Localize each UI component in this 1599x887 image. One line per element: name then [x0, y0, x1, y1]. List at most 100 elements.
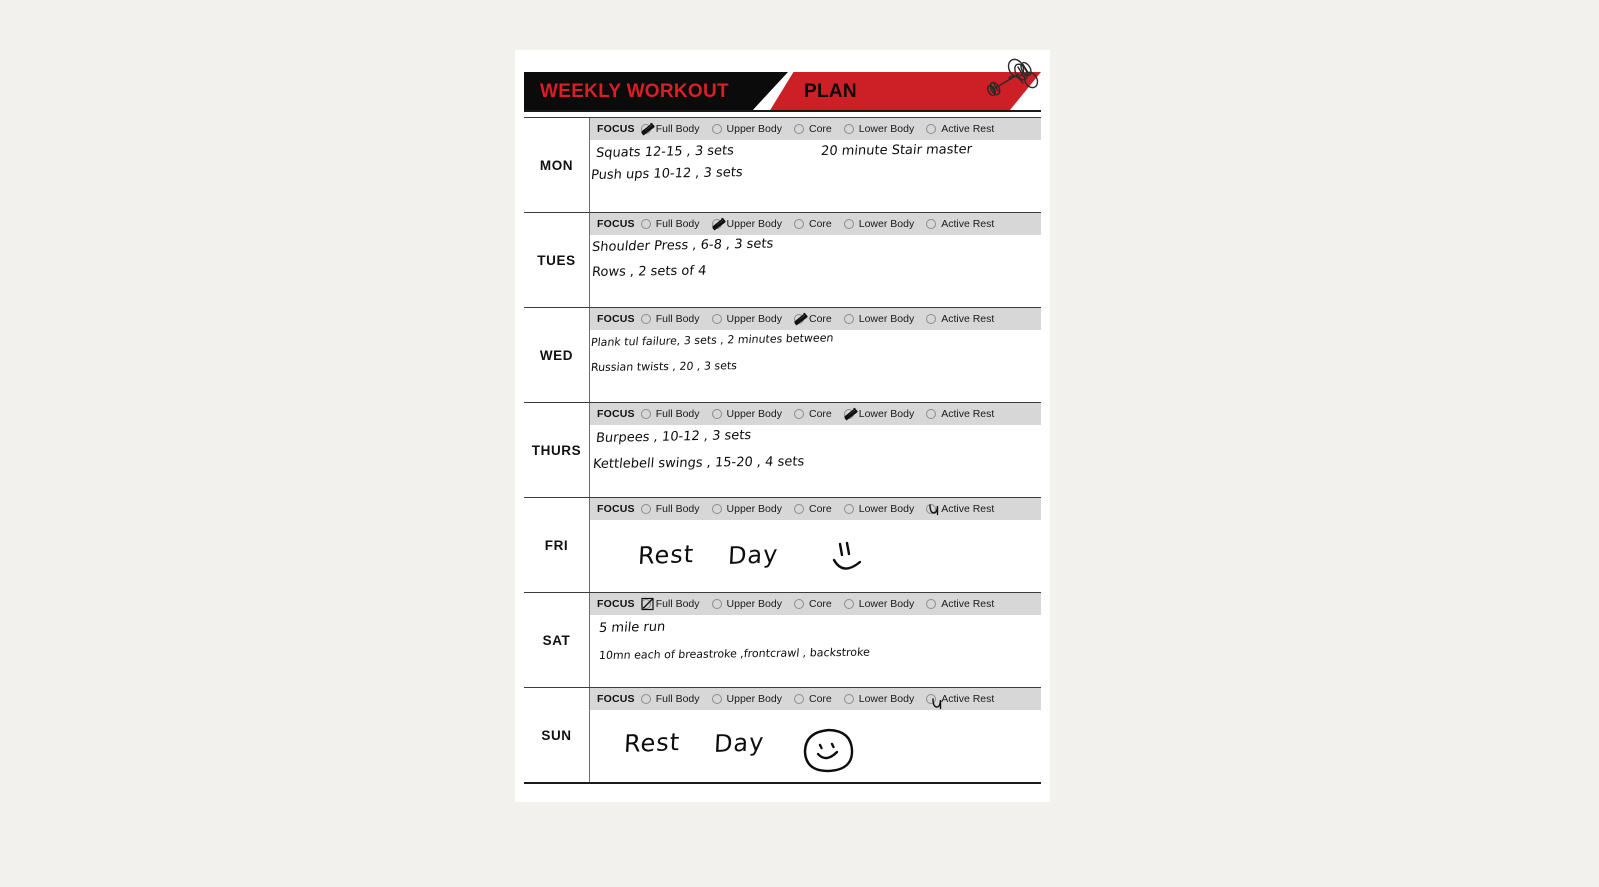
day-label: SUN — [541, 727, 572, 743]
focus-option-active-rest[interactable]: Active Rest — [926, 693, 994, 710]
radio-icon[interactable] — [926, 504, 937, 514]
day-label-cell: SUN — [524, 688, 590, 782]
focus-option-lower-body[interactable]: Lower Body — [843, 123, 914, 135]
focus-option-full-body[interactable]: Full Body — [640, 693, 700, 705]
focus-option-lower-body[interactable]: Lower Body — [843, 218, 914, 230]
handwritten-note: Plank tul failure, 3 sets , 2 minutes be… — [590, 331, 835, 350]
focus-option-core[interactable]: Core — [793, 123, 832, 135]
day-body: FOCUS Full Body Upper Body Core Lower Body Ac… — [590, 213, 1041, 307]
focus-option-full-body[interactable]: Full Body — [640, 597, 700, 611]
radio-icon[interactable] — [926, 219, 937, 229]
focus-option-label: Core — [808, 313, 832, 325]
day-notes[interactable]: 5 mile run 10mn each of breastroke ,front… — [590, 615, 1041, 687]
day-label: TUES — [537, 252, 576, 268]
focus-option-core[interactable]: Core — [793, 408, 832, 420]
focus-option-upper-body[interactable]: Upper Body — [711, 693, 782, 705]
focus-option-active-rest[interactable]: Active Rest — [926, 218, 994, 230]
radio-icon[interactable] — [640, 504, 651, 514]
radio-icon[interactable] — [711, 504, 722, 514]
radio-icon[interactable] — [793, 599, 804, 609]
handwritten-note: Day — [727, 540, 780, 571]
focus-option-lower-body[interactable]: Lower Body — [843, 407, 914, 421]
radio-icon[interactable] — [711, 694, 722, 704]
focus-option-upper-body[interactable]: Upper Body — [711, 408, 782, 420]
radio-icon[interactable] — [640, 219, 651, 229]
day-notes[interactable]: Squats 12-15 , 3 sets 20 minute Stair mas… — [590, 140, 1041, 212]
day-notes[interactable]: Rest Day — [590, 710, 1041, 782]
radio-icon[interactable] — [640, 694, 651, 704]
radio-icon[interactable] — [926, 694, 937, 704]
focus-option-lower-body[interactable]: Lower Body — [843, 598, 914, 610]
radio-icon[interactable] — [843, 124, 854, 134]
focus-option-full-body[interactable]: Full Body — [640, 408, 700, 420]
radio-icon[interactable] — [711, 409, 722, 419]
focus-option-core[interactable]: Core — [793, 693, 832, 705]
focus-option-upper-body[interactable]: Upper Body — [711, 313, 782, 325]
radio-icon[interactable] — [793, 694, 804, 704]
radio-icon[interactable] — [711, 599, 722, 609]
focus-option-core[interactable]: Core — [793, 312, 832, 326]
radio-icon[interactable] — [711, 124, 722, 134]
focus-option-full-body[interactable]: Full Body — [640, 503, 700, 515]
handwritten-note: Shoulder Press , 6-8 , 3 sets — [591, 236, 775, 256]
focus-option-upper-body[interactable]: Upper Body — [711, 503, 782, 515]
radio-icon[interactable] — [793, 219, 804, 229]
focus-option-active-rest[interactable]: Active Rest — [926, 598, 994, 610]
focus-option-label: Full Body — [655, 598, 700, 610]
table-row: SAT FOCUS Full Body Upper Body Core Lower Bod… — [524, 592, 1041, 687]
radio-icon[interactable] — [926, 314, 937, 324]
focus-option-full-body[interactable]: Full Body — [640, 218, 700, 230]
weekly-schedule-table: MON FOCUS Full Body Upper Body Core Lower Bod… — [524, 117, 1041, 784]
focus-label: FOCUS — [597, 313, 635, 325]
handwritten-note: Burpees , 10-12 , 3 sets — [595, 428, 752, 447]
focus-option-core[interactable]: Core — [793, 503, 832, 515]
focus-bar: FOCUS Full Body Upper Body Core Lower Body Ac… — [590, 688, 1041, 710]
day-notes[interactable]: Shoulder Press , 6-8 , 3 sets Rows , 2 se… — [590, 235, 1041, 307]
radio-icon[interactable] — [926, 124, 937, 134]
day-notes[interactable]: Plank tul failure, 3 sets , 2 minutes be… — [590, 330, 1041, 402]
focus-option-full-body[interactable]: Full Body — [640, 122, 700, 136]
day-body: FOCUS Full Body Upper Body Core Lower Body Ac… — [590, 118, 1041, 212]
focus-option-lower-body[interactable]: Lower Body — [843, 503, 914, 515]
focus-option-lower-body[interactable]: Lower Body — [843, 693, 914, 705]
radio-icon[interactable] — [793, 504, 804, 514]
focus-label: FOCUS — [597, 218, 635, 230]
radio-icon[interactable] — [843, 504, 854, 514]
focus-option-lower-body[interactable]: Lower Body — [843, 313, 914, 325]
focus-option-active-rest[interactable]: Active Rest — [926, 408, 994, 420]
day-label: WED — [539, 347, 574, 363]
radio-icon[interactable] — [843, 219, 854, 229]
radio-icon[interactable] — [926, 409, 937, 419]
focus-option-upper-body[interactable]: Upper Body — [711, 217, 782, 231]
radio-icon[interactable] — [640, 599, 651, 609]
table-row: SUN FOCUS Full Body Upper Body Core Lower Bod… — [524, 687, 1041, 784]
radio-icon[interactable] — [640, 314, 651, 324]
radio-icon[interactable] — [843, 409, 854, 419]
radio-icon[interactable] — [843, 694, 854, 704]
focus-option-active-rest[interactable]: Active Rest — [926, 313, 994, 325]
radio-icon[interactable] — [793, 124, 804, 134]
focus-option-label: Active Rest — [941, 123, 995, 135]
radio-icon[interactable] — [711, 314, 722, 324]
focus-option-core[interactable]: Core — [793, 598, 832, 610]
radio-icon[interactable] — [843, 314, 854, 324]
radio-icon[interactable] — [793, 314, 804, 324]
day-notes[interactable]: Rest Day — [590, 520, 1041, 592]
focus-option-upper-body[interactable]: Upper Body — [711, 598, 782, 610]
focus-option-active-rest[interactable]: Active Rest — [926, 123, 994, 135]
radio-icon[interactable] — [843, 599, 854, 609]
focus-option-upper-body[interactable]: Upper Body — [711, 123, 782, 135]
focus-option-label: Upper Body — [726, 123, 782, 135]
day-body: FOCUS Full Body Upper Body Core Lower Body Ac… — [590, 498, 1041, 592]
focus-label: FOCUS — [597, 693, 635, 705]
radio-icon[interactable] — [640, 409, 651, 419]
focus-option-core[interactable]: Core — [793, 218, 832, 230]
focus-option-active-rest[interactable]: Active Rest — [926, 503, 994, 516]
radio-icon[interactable] — [640, 124, 651, 134]
radio-icon[interactable] — [793, 409, 804, 419]
focus-option-full-body[interactable]: Full Body — [640, 313, 700, 325]
radio-icon[interactable] — [711, 219, 722, 229]
radio-icon[interactable] — [926, 599, 937, 609]
focus-option-label: Upper Body — [726, 313, 782, 325]
day-notes[interactable]: Burpees , 10-12 , 3 sets Kettlebell swing… — [590, 425, 1041, 497]
